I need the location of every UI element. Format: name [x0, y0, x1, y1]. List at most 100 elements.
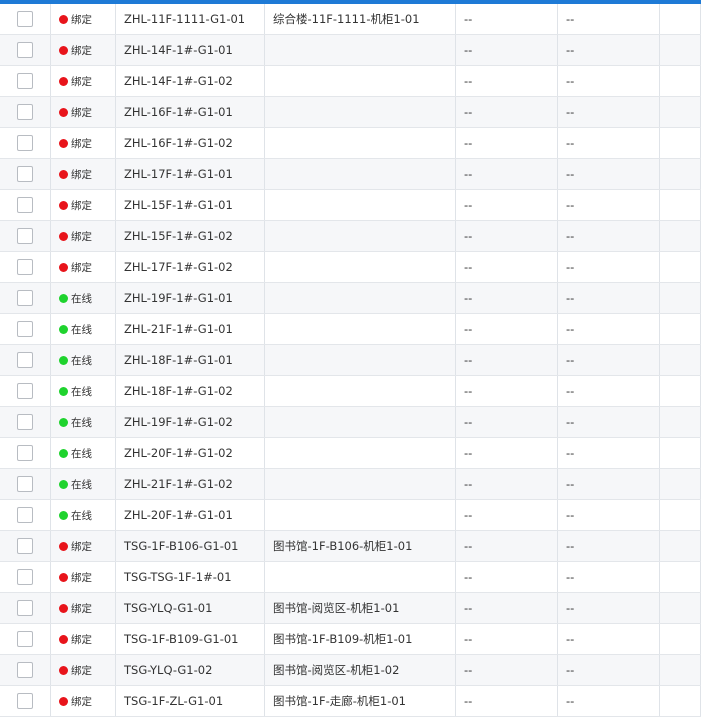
row-checkbox[interactable] [17, 104, 33, 120]
status-label: 绑定 [71, 230, 92, 243]
column-c-value [659, 561, 701, 593]
table-row[interactable]: 绑定 TSG-1F-ZL-G1-01 图书馆-1F-走廊-机柜1-01 -- -- [0, 685, 701, 717]
table-row[interactable]: 绑定 ZHL-14F-1#-G1-01 -- -- [0, 34, 701, 66]
status-dot-icon [59, 293, 68, 303]
status-cell: 在线 [50, 344, 116, 376]
column-c-value [659, 4, 701, 35]
table-row[interactable]: 绑定 ZHL-15F-1#-G1-02 -- -- [0, 220, 701, 252]
table-row[interactable]: 绑定 TSG-1F-B109-G1-01 图书馆-1F-B109-机柜1-01 -- -… [0, 623, 701, 655]
row-checkbox[interactable] [17, 414, 33, 430]
row-checkbox-cell [0, 375, 51, 407]
row-checkbox[interactable] [17, 135, 33, 151]
row-checkbox[interactable] [17, 259, 33, 275]
row-checkbox[interactable] [17, 445, 33, 461]
status-label: 绑定 [71, 571, 92, 584]
table-row[interactable]: 绑定 TSG-1F-B106-G1-01 图书馆-1F-B106-机柜1-01 -- -… [0, 530, 701, 562]
status-label: 绑定 [71, 137, 92, 150]
device-code: ZHL-19F-1#-G1-02 [115, 406, 265, 438]
column-c-value [659, 499, 701, 531]
row-checkbox[interactable] [17, 693, 33, 709]
row-checkbox[interactable] [17, 321, 33, 337]
row-checkbox[interactable] [17, 197, 33, 213]
column-c-value [659, 313, 701, 345]
status-label: 在线 [71, 447, 92, 460]
row-checkbox[interactable] [17, 631, 33, 647]
row-checkbox-cell [0, 96, 51, 128]
table-row[interactable]: 绑定 ZHL-16F-1#-G1-02 -- -- [0, 127, 701, 159]
row-checkbox[interactable] [17, 73, 33, 89]
column-c-value [659, 406, 701, 438]
status-cell: 绑定 [50, 96, 116, 128]
device-code: TSG-YLQ-G1-02 [115, 654, 265, 686]
row-checkbox[interactable] [17, 476, 33, 492]
table-row[interactable]: 在线 ZHL-18F-1#-G1-02 -- -- [0, 375, 701, 407]
device-code: ZHL-16F-1#-G1-02 [115, 127, 265, 159]
table-row[interactable]: 在线 ZHL-20F-1#-G1-01 -- -- [0, 499, 701, 531]
status-dot-icon [59, 262, 68, 272]
column-b-value: -- [557, 623, 660, 655]
row-checkbox[interactable] [17, 290, 33, 306]
status-cell: 在线 [50, 313, 116, 345]
status-dot-icon [59, 386, 68, 396]
row-checkbox-cell [0, 685, 51, 717]
column-b-value: -- [557, 251, 660, 283]
column-a-value: -- [455, 406, 558, 438]
row-checkbox[interactable] [17, 352, 33, 368]
column-b-value: -- [557, 4, 660, 35]
status-dot-icon [59, 200, 68, 210]
table-row[interactable]: 绑定 TSG-YLQ-G1-02 图书馆-阅览区-机柜1-02 -- -- [0, 654, 701, 686]
row-checkbox[interactable] [17, 42, 33, 58]
column-a-value: -- [455, 561, 558, 593]
row-checkbox-cell [0, 34, 51, 66]
table-row[interactable]: 在线 ZHL-18F-1#-G1-01 -- -- [0, 344, 701, 376]
status-cell: 绑定 [50, 4, 116, 35]
device-location [264, 406, 456, 438]
table-row[interactable]: 在线 ZHL-19F-1#-G1-01 -- -- [0, 282, 701, 314]
column-b-value: -- [557, 468, 660, 500]
row-checkbox[interactable] [17, 383, 33, 399]
status-cell: 绑定 [50, 654, 116, 686]
column-a-value: -- [455, 530, 558, 562]
status-label: 在线 [71, 354, 92, 367]
column-b-value: -- [557, 561, 660, 593]
row-checkbox[interactable] [17, 600, 33, 616]
column-c-value [659, 158, 701, 190]
row-checkbox[interactable] [17, 569, 33, 585]
column-a-value: -- [455, 437, 558, 469]
device-location [264, 313, 456, 345]
row-checkbox-cell [0, 251, 51, 283]
row-checkbox[interactable] [17, 538, 33, 554]
table-row[interactable]: 绑定 ZHL-16F-1#-G1-01 -- -- [0, 96, 701, 128]
table-row[interactable]: 在线 ZHL-19F-1#-G1-02 -- -- [0, 406, 701, 438]
row-checkbox-cell [0, 437, 51, 469]
column-c-value [659, 220, 701, 252]
row-checkbox[interactable] [17, 662, 33, 678]
status-cell: 在线 [50, 406, 116, 438]
column-a-value: -- [455, 375, 558, 407]
table-row[interactable]: 绑定 ZHL-17F-1#-G1-02 -- -- [0, 251, 701, 283]
column-c-value [659, 34, 701, 66]
device-code: ZHL-21F-1#-G1-02 [115, 468, 265, 500]
table-row[interactable]: 绑定 ZHL-15F-1#-G1-01 -- -- [0, 189, 701, 221]
table-row[interactable]: 绑定 TSG-TSG-1F-1#-01 -- -- [0, 561, 701, 593]
row-checkbox[interactable] [17, 507, 33, 523]
table-row[interactable]: 在线 ZHL-20F-1#-G1-02 -- -- [0, 437, 701, 469]
table-row[interactable]: 绑定 ZHL-14F-1#-G1-02 -- -- [0, 65, 701, 97]
column-a-value: -- [455, 158, 558, 190]
column-b-value: -- [557, 189, 660, 221]
table-row[interactable]: 在线 ZHL-21F-1#-G1-02 -- -- [0, 468, 701, 500]
table-row[interactable]: 绑定 TSG-YLQ-G1-01 图书馆-阅览区-机柜1-01 -- -- [0, 592, 701, 624]
status-dot-icon [59, 45, 68, 55]
column-c-value [659, 623, 701, 655]
device-code: TSG-1F-B109-G1-01 [115, 623, 265, 655]
row-checkbox[interactable] [17, 166, 33, 182]
table-row[interactable]: 绑定 ZHL-17F-1#-G1-01 -- -- [0, 158, 701, 190]
row-checkbox[interactable] [17, 11, 33, 27]
table-row[interactable]: 在线 ZHL-21F-1#-G1-01 -- -- [0, 313, 701, 345]
column-c-value [659, 592, 701, 624]
table-row[interactable]: 绑定 ZHL-11F-1111-G1-01 综合楼-11F-1111-机柜1-01-… [0, 4, 701, 35]
row-checkbox-cell [0, 561, 51, 593]
column-b-value: -- [557, 344, 660, 376]
device-location [264, 282, 456, 314]
row-checkbox[interactable] [17, 228, 33, 244]
